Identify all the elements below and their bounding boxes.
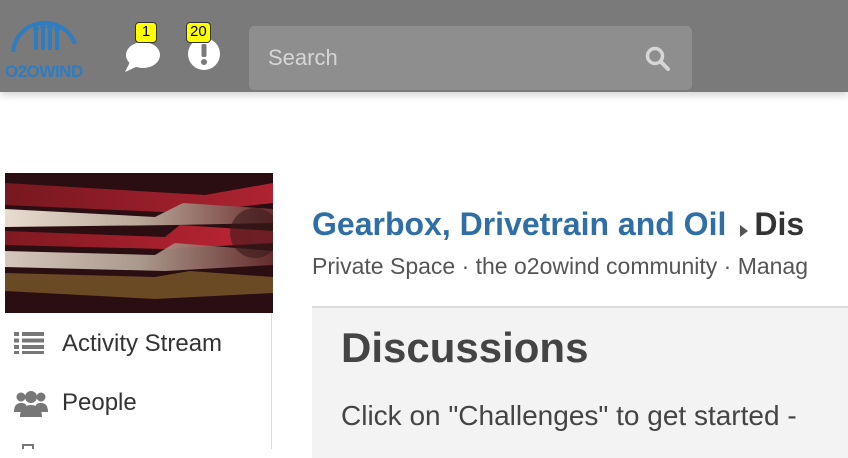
sidebar-next-item-icon bbox=[22, 444, 34, 449]
messages-count-badge: 1 bbox=[135, 22, 157, 43]
search-input[interactable] bbox=[249, 26, 619, 90]
breadcrumb: Gearbox, Drivetrain and Oil Dis bbox=[312, 206, 804, 243]
space-header-image bbox=[5, 173, 273, 313]
intro-text: Click on "Challenges" to get started - bbox=[341, 400, 797, 431]
discussions-panel: Discussions Click on "Challenges" to get… bbox=[312, 306, 848, 458]
gearbox-image bbox=[5, 173, 273, 313]
o2owind-logo-icon[interactable]: O2OWIND bbox=[3, 12, 89, 81]
space-meta-info: Private Space · the o2owind community · … bbox=[312, 253, 809, 279]
sidebar-item-label: People bbox=[62, 389, 137, 416]
breadcrumb-current-page: Dis bbox=[754, 206, 805, 242]
search-box bbox=[249, 26, 692, 90]
sidebar-divider bbox=[271, 313, 272, 449]
messages-button[interactable] bbox=[122, 38, 164, 74]
page-title: Discussions bbox=[341, 324, 589, 371]
sidebar-item-activity-stream[interactable]: Activity Stream bbox=[0, 316, 271, 372]
people-icon bbox=[14, 391, 48, 417]
caret-right-icon bbox=[740, 224, 749, 237]
logo-text: O2OWIND bbox=[5, 62, 83, 81]
sidebar-item-people[interactable]: People bbox=[0, 375, 271, 431]
breadcrumb-link-space[interactable]: Gearbox, Drivetrain and Oil bbox=[312, 206, 726, 242]
chat-bubble-icon bbox=[125, 42, 160, 72]
top-navigation-bar: O2OWIND 1 20 bbox=[0, 0, 848, 92]
search-icon[interactable] bbox=[645, 46, 671, 72]
list-icon bbox=[14, 332, 44, 354]
notifications-count-badge: 20 bbox=[186, 22, 211, 43]
sidebar-item-label: Activity Stream bbox=[62, 330, 223, 357]
